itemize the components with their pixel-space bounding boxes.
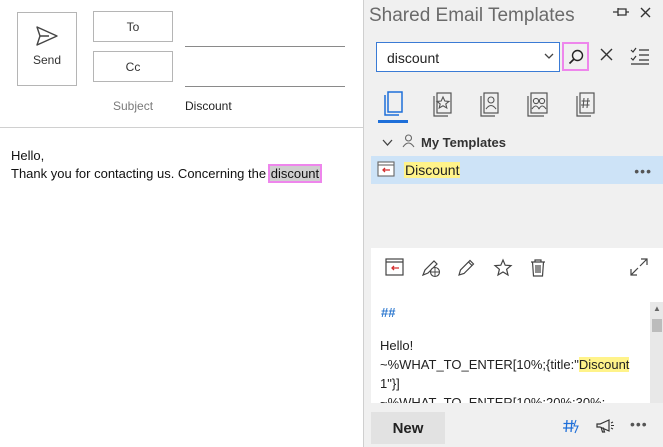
preview-scrollbar[interactable]: ▲ [650, 302, 663, 403]
panel-title: Shared Email Templates [369, 5, 575, 26]
to-button[interactable]: To [93, 11, 173, 42]
star-icon[interactable] [493, 258, 513, 281]
preview-text: Hello! ~%WHAT_TO_ENTER[10%;{title:"Disco… [380, 336, 645, 403]
all-templates-icon [384, 90, 403, 116]
macros-quick-icon[interactable] [562, 418, 580, 437]
to-field[interactable] [185, 46, 345, 47]
search-input[interactable]: discount [376, 42, 560, 72]
shared-templates-panel: Shared Email Templates discount My Templ… [363, 0, 663, 447]
checklist-icon[interactable] [630, 47, 650, 68]
send-label: Send [32, 53, 62, 67]
cc-field[interactable] [185, 86, 345, 87]
preview-line: Hello! [380, 338, 414, 353]
chevron-down-icon[interactable] [543, 50, 555, 65]
my-templates-header[interactable]: My Templates [382, 134, 506, 151]
template-tabs [364, 87, 663, 127]
subject-label: Subject [113, 99, 154, 113]
section-title: My Templates [421, 135, 507, 150]
insert-icon[interactable] [385, 258, 405, 279]
close-icon[interactable] [640, 6, 651, 21]
highlighted-word: discount [267, 164, 323, 183]
search-value: discount [387, 50, 440, 66]
preview-highlight: Discount [578, 357, 630, 372]
preview-line: ~%WHAT_TO_ENTER[10%;20%;30%; [380, 395, 606, 403]
clear-search-icon[interactable] [600, 48, 613, 64]
tab-shared[interactable] [474, 87, 504, 123]
preview-line-prefix: ~%WHAT_TO_ENTER[10%;{title:" [380, 357, 579, 372]
send-icon [36, 26, 58, 46]
compose-divider [0, 127, 363, 128]
tab-all-templates[interactable] [378, 87, 408, 123]
preview-hash: ## [381, 305, 396, 320]
template-name: Discount [404, 162, 461, 178]
subject-field[interactable]: Discount [185, 99, 232, 113]
more-icon[interactable]: ••• [634, 163, 652, 179]
scroll-up-icon[interactable]: ▲ [653, 304, 661, 313]
more-options-icon[interactable]: ••• [630, 416, 648, 432]
pin-icon[interactable] [612, 6, 630, 21]
pencil-icon[interactable] [456, 258, 476, 281]
scroll-thumb[interactable] [652, 319, 662, 332]
user-icon [402, 134, 415, 151]
announcement-icon[interactable] [595, 418, 615, 437]
macros-icon [576, 92, 595, 117]
tab-macros[interactable] [570, 87, 600, 123]
preview-line: 1"}] [380, 376, 400, 391]
preview-line: ~%WHAT_TO_ENTER[10%;{title:"Discount [380, 355, 645, 374]
edit-shared-icon[interactable] [420, 258, 442, 281]
shared-icon [480, 92, 499, 117]
bottom-toolbar: New ••• [364, 403, 663, 447]
tab-team[interactable] [522, 87, 552, 123]
search-button[interactable] [562, 42, 589, 71]
chevron-down-icon [382, 135, 393, 150]
body-line: Hello, [11, 148, 45, 163]
expand-icon[interactable] [630, 258, 648, 279]
tab-favorites[interactable] [427, 87, 457, 123]
body-text-prefix: Thank you for contacting us. Concerning … [11, 166, 270, 181]
team-icon [527, 92, 548, 117]
search-icon [568, 49, 583, 64]
body-line: Thank you for contacting us. Concerning … [11, 164, 323, 183]
send-button[interactable]: Send [17, 12, 77, 86]
message-body[interactable]: Hello, Thank you for contacting us. Conc… [11, 147, 323, 183]
compose-pane: Send To Cc Subject Discount Hello, Thank… [0, 0, 363, 447]
template-preview: ## Hello! ~%WHAT_TO_ENTER[10%;{title:"Di… [371, 248, 663, 403]
insert-template-icon [377, 160, 395, 180]
favorites-icon [433, 92, 452, 117]
trash-icon[interactable] [529, 258, 547, 281]
cc-button[interactable]: Cc [93, 51, 173, 82]
template-item-discount[interactable]: Discount ••• [371, 156, 663, 184]
new-template-button[interactable]: New [371, 412, 445, 444]
